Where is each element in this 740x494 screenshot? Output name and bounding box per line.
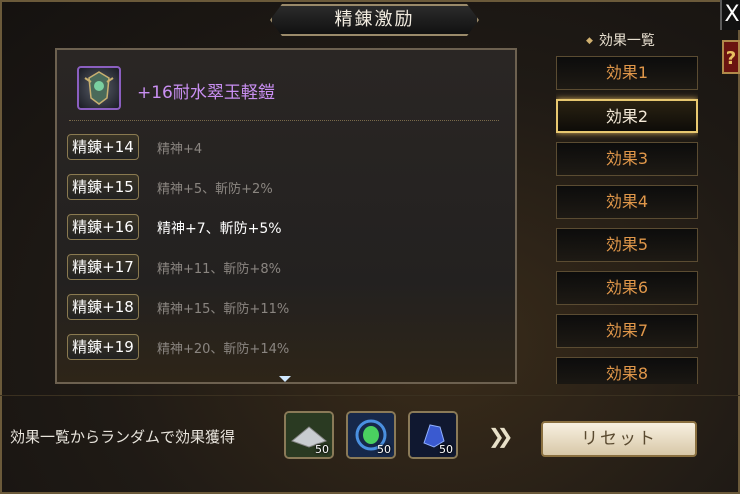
refine-effect-text: 精神+7、斬防+5% bbox=[157, 221, 282, 237]
effect-button[interactable]: 効果1 bbox=[556, 56, 698, 90]
refine-effect-text: 精神+20、斬防+14% bbox=[157, 342, 290, 357]
refine-panel: +16耐水翠玉軽鎧 精錬+14 精神+4 精錬+15 精神+5、斬防+2% 精錬… bbox=[55, 48, 517, 384]
refine-level-label: 精錬+15 bbox=[67, 174, 139, 200]
material-slot[interactable]: 50 bbox=[408, 411, 458, 459]
random-effect-text: 効果一覧からランダムで効果獲得 bbox=[10, 428, 236, 446]
close-button[interactable]: X bbox=[720, 0, 740, 30]
effect-button[interactable]: 効果3 bbox=[556, 142, 698, 176]
material-slot[interactable]: 50 bbox=[346, 411, 396, 459]
refine-effect-text: 精神+5、斬防+2% bbox=[157, 182, 273, 197]
fast-forward-icon: ❯❯ bbox=[488, 424, 513, 448]
dialog-title: 精錬激励 bbox=[270, 4, 479, 36]
divider bbox=[69, 120, 499, 121]
item-name: +16耐水翠玉軽鎧 bbox=[137, 83, 275, 103]
diamond-icon: ◆ bbox=[586, 36, 593, 46]
effect-button[interactable]: 効果5 bbox=[556, 228, 698, 262]
footer-divider bbox=[0, 395, 740, 396]
material-quantity: 50 bbox=[315, 443, 329, 456]
reset-button[interactable]: リセット bbox=[541, 421, 697, 457]
effects-list[interactable]: 効果1 効果2 効果3 効果4 効果5 効果6 効果7 効果8 bbox=[556, 56, 698, 384]
material-quantity: 50 bbox=[439, 443, 453, 456]
refine-level-label: 精錬+19 bbox=[67, 334, 139, 360]
scroll-down-icon[interactable] bbox=[279, 376, 291, 382]
refine-level-label: 精錬+16 bbox=[67, 214, 139, 240]
refine-level-label: 精錬+18 bbox=[67, 294, 139, 320]
refine-level-label: 精錬+17 bbox=[67, 254, 139, 280]
effects-header: ◆ 効果一覧 bbox=[586, 30, 655, 50]
refine-effect-text: 精神+4 bbox=[157, 142, 203, 157]
help-button[interactable]: ? bbox=[722, 40, 740, 74]
refine-effect-text: 精神+11、斬防+8% bbox=[157, 262, 281, 277]
armor-icon bbox=[77, 66, 121, 110]
refine-level-label: 精錬+14 bbox=[67, 134, 139, 160]
material-quantity: 50 bbox=[377, 443, 391, 456]
effect-button[interactable]: 効果7 bbox=[556, 314, 698, 348]
refine-effect-text: 精神+15、斬防+11% bbox=[157, 302, 290, 317]
effect-button[interactable]: 効果8 bbox=[556, 357, 698, 384]
effect-button-selected[interactable]: 効果2 bbox=[556, 99, 698, 133]
material-slot[interactable]: 50 bbox=[284, 411, 334, 459]
effect-button[interactable]: 効果6 bbox=[556, 271, 698, 305]
effects-header-label: 効果一覧 bbox=[598, 33, 655, 49]
effect-button[interactable]: 効果4 bbox=[556, 185, 698, 219]
